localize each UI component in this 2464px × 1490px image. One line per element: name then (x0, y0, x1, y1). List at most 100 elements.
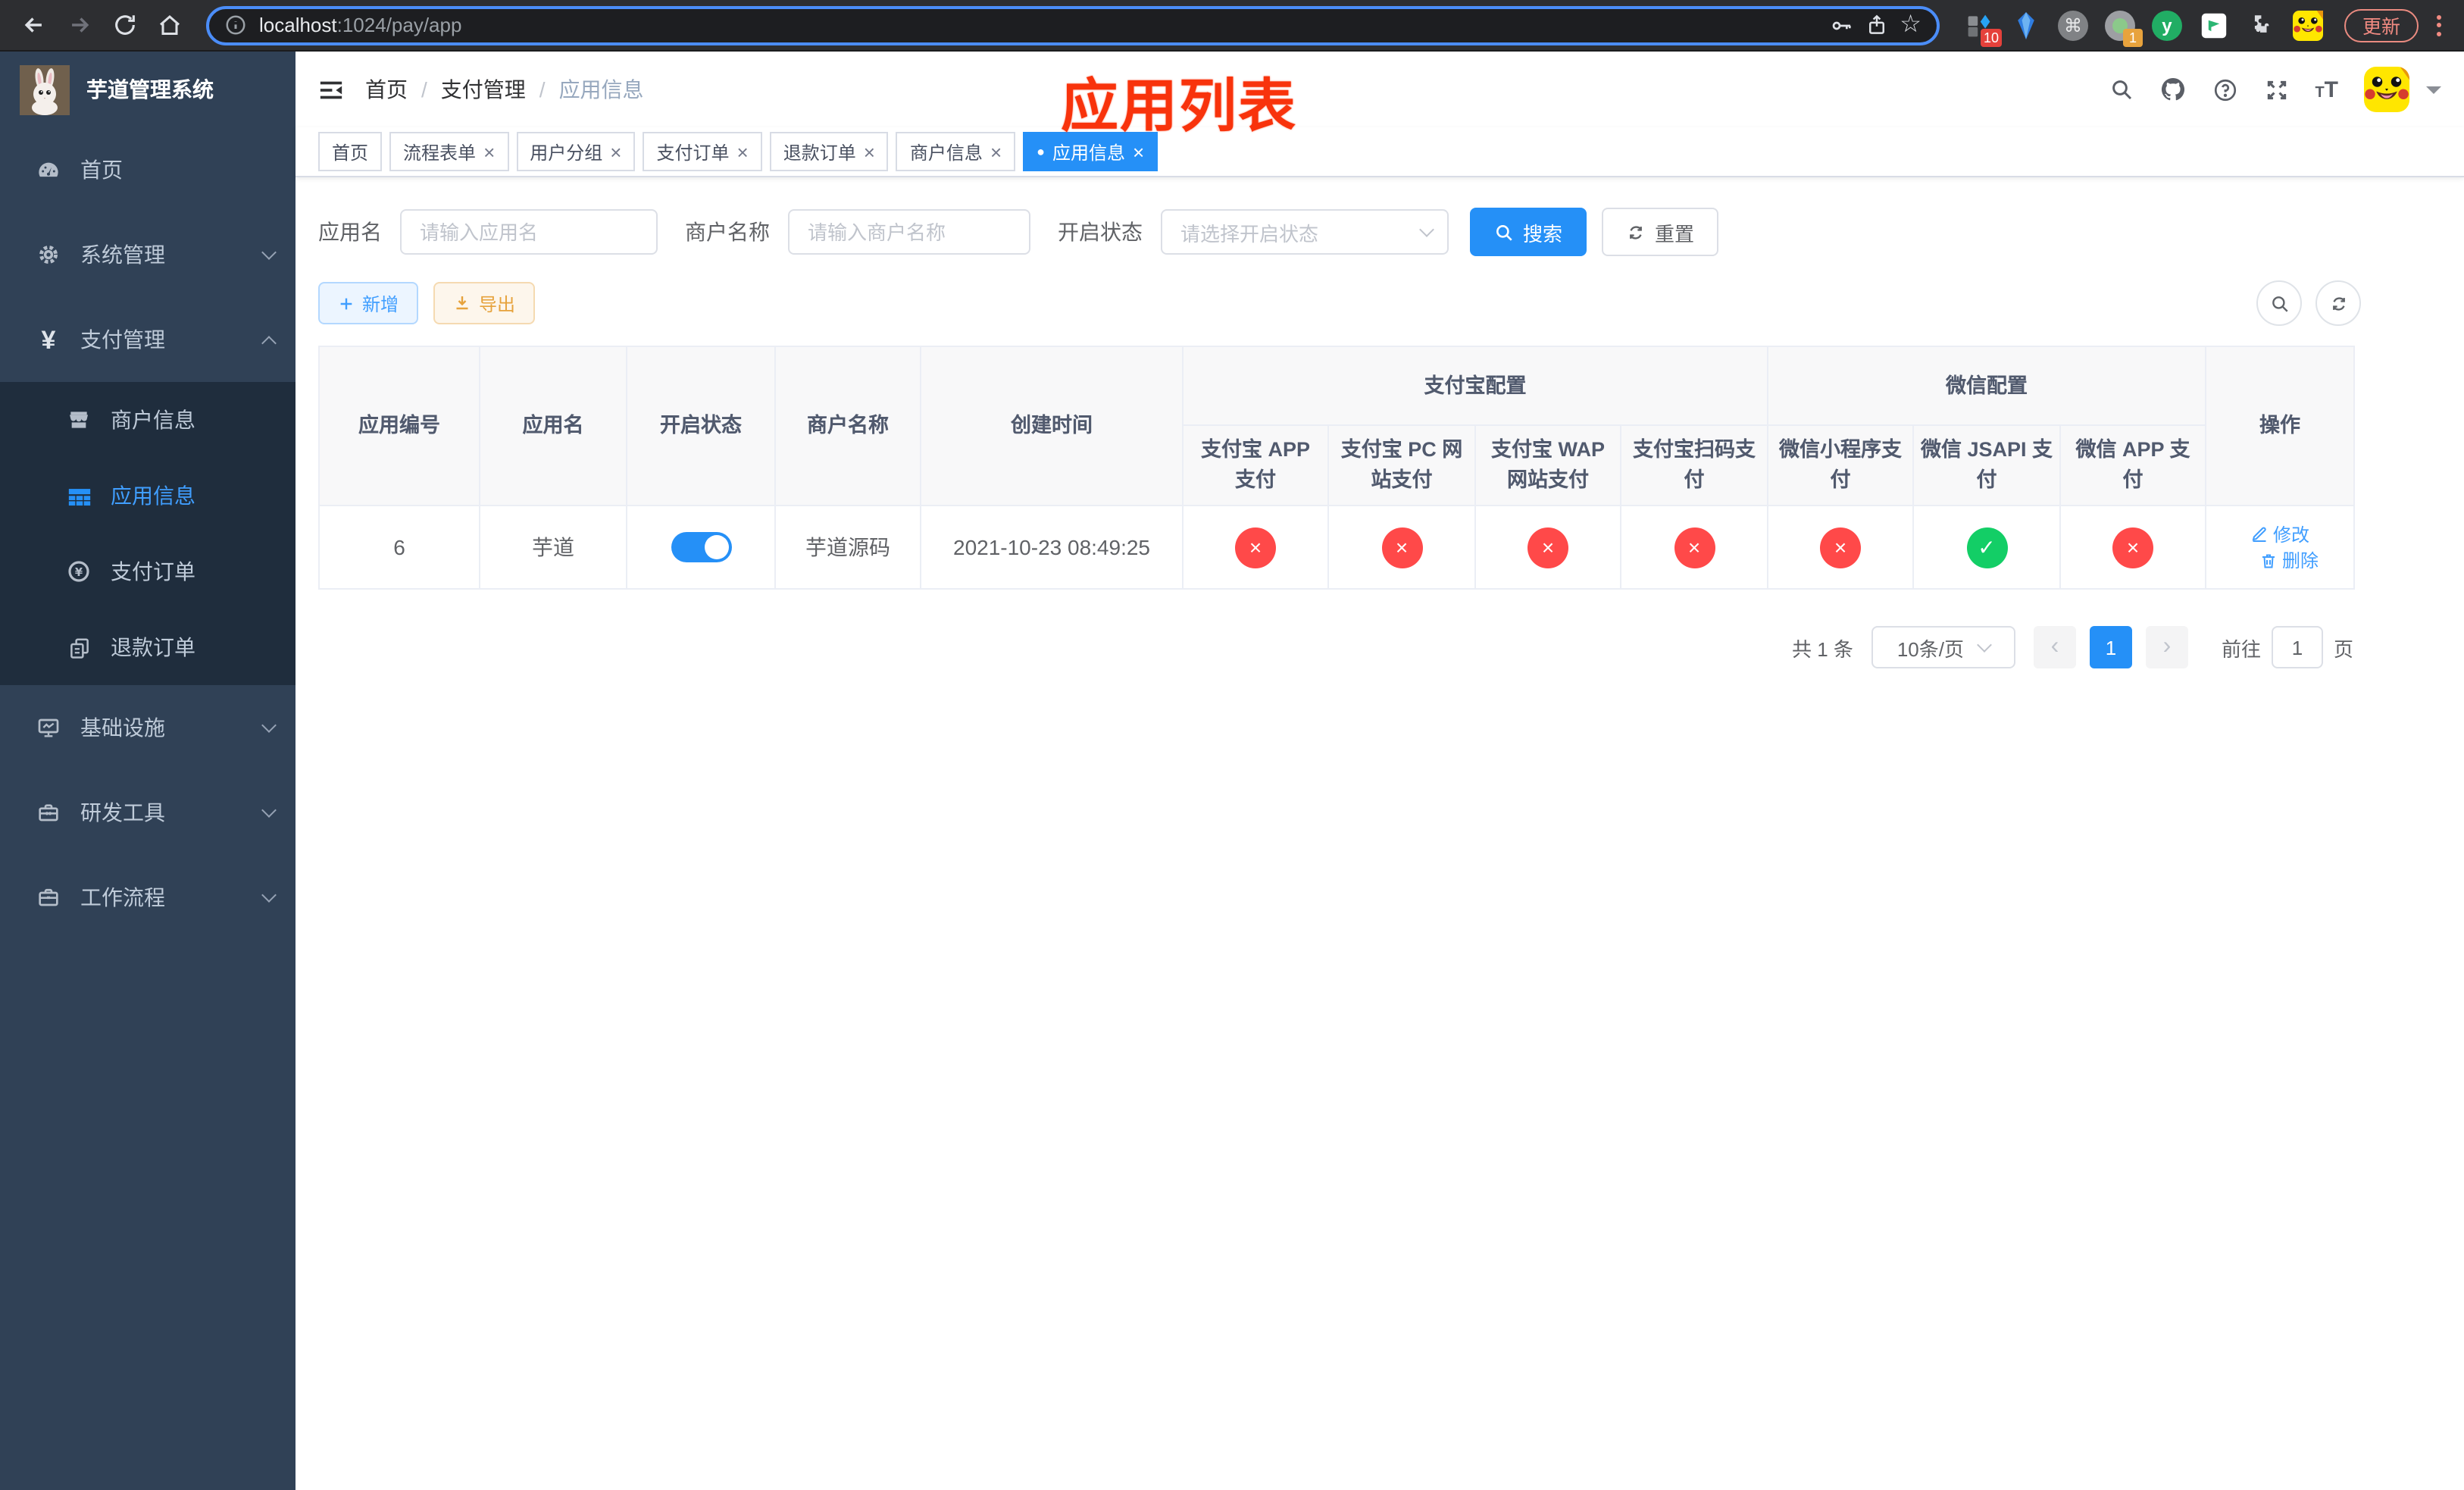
url-host: localhost (259, 14, 337, 36)
arrow-right-icon (71, 17, 89, 33)
group-header-alipay: 支付宝配置 (1182, 346, 1768, 426)
share-icon[interactable] (1865, 14, 1887, 36)
search-icon[interactable] (2109, 77, 2133, 102)
font-size-icon[interactable]: TT (2315, 77, 2338, 102)
search-button-label: 搜索 (1523, 222, 1563, 245)
sidebar-item-infra[interactable]: 基础设施 (0, 685, 295, 770)
pagination-total: 共 1 条 (1792, 637, 1853, 660)
tab-home[interactable]: 首页 (318, 132, 383, 171)
tab-merchant-info[interactable]: 商户信息 × (896, 132, 1016, 171)
pikachu-avatar-icon (2292, 10, 2323, 40)
tab-close-icon[interactable]: × (737, 142, 749, 161)
export-button[interactable]: 导出 (433, 282, 536, 324)
tab-close-icon[interactable]: × (864, 142, 875, 161)
blue-gem-icon (2018, 11, 2034, 39)
search-button[interactable]: 搜索 (1470, 208, 1587, 256)
page-size-select[interactable]: 10条/页 (1871, 626, 2015, 668)
sidebar-item-home[interactable]: 首页 (0, 127, 295, 212)
cell-status (626, 505, 776, 590)
avatar-caret-icon[interactable] (2426, 86, 2441, 93)
breadcrumb-home[interactable]: 首页 (365, 74, 408, 105)
sidebar-item-app-info[interactable]: 应用信息 (0, 458, 295, 534)
monitor-icon (30, 715, 67, 740)
tab-close-icon[interactable]: × (610, 142, 621, 161)
user-avatar[interactable] (2364, 67, 2409, 112)
status-select[interactable]: 请选择开启状态 (1161, 209, 1449, 255)
sidebar-item-refund-order[interactable]: 退款订单 (0, 609, 295, 685)
sidebar-logo[interactable]: 芋道管理系统 (0, 52, 295, 127)
sidebar-item-label: 商户信息 (111, 408, 195, 432)
tab-process-form[interactable]: 流程表单 × (389, 132, 509, 171)
browser-toolbar: localhost:1024/pay/app ☆ 10 ⌘ 1 y 更新 (0, 0, 2464, 52)
extension-recorder-icon[interactable]: 1 (2104, 10, 2143, 46)
merchant-name-label: 商户名称 (685, 220, 770, 244)
browser-address-bar[interactable]: localhost:1024/pay/app ☆ (206, 5, 1940, 45)
browser-back-button[interactable] (15, 7, 52, 43)
merchant-name-input[interactable] (788, 209, 1030, 255)
navbar-actions: TT (2109, 67, 2441, 112)
help-icon[interactable] (2212, 77, 2237, 102)
browser-profile-avatar[interactable] (2292, 10, 2323, 40)
cell-alipay-app: × (1182, 505, 1329, 590)
tab-refund-order[interactable]: 退款订单 × (769, 132, 889, 171)
password-key-icon[interactable] (1828, 13, 1853, 37)
col-header-wechat-jsapi: 微信 JSAPI 支付 (1912, 424, 2061, 506)
next-page-button[interactable]: › (2145, 626, 2188, 668)
page-number-1[interactable]: 1 (2089, 626, 2132, 668)
sidebar-item-pay-order[interactable]: ¥ 支付订单 (0, 534, 295, 609)
toggle-search-button[interactable] (2256, 280, 2302, 326)
disabled-status-icon: × (1820, 527, 1861, 568)
browser-menu-button[interactable] (2428, 8, 2449, 42)
sidebar-item-workflow[interactable]: 工作流程 (0, 855, 295, 940)
sidebar-item-payment[interactable]: ¥ 支付管理 (0, 297, 295, 382)
sidebar-item-system[interactable]: 系统管理 (0, 212, 295, 297)
col-header-alipay-wap: 支付宝 WAP 网站支付 (1474, 424, 1621, 506)
sidebar-item-label: 研发工具 (80, 800, 165, 825)
jumper-input[interactable] (2271, 626, 2323, 668)
extension-chat-icon[interactable] (2199, 10, 2229, 40)
briefcase-icon (30, 885, 67, 909)
github-icon[interactable] (2159, 76, 2186, 103)
chevron-down-icon (261, 887, 277, 903)
browser-forward-button[interactable] (61, 7, 97, 43)
status-toggle[interactable] (671, 532, 731, 562)
edit-link[interactable]: 修改 (2250, 521, 2309, 546)
sidebar-item-label: 首页 (80, 158, 123, 182)
sidebar-item-merchant-info[interactable]: 商户信息 (0, 382, 295, 458)
col-header-actions: 操作 (2205, 346, 2355, 506)
refresh-table-button[interactable] (2315, 280, 2361, 326)
site-info-icon[interactable] (224, 14, 247, 36)
col-header-alipay-pc: 支付宝 PC 网站支付 (1327, 424, 1476, 506)
app-name-input[interactable] (400, 209, 658, 255)
col-header-wechat-mini: 微信小程序支付 (1767, 424, 1914, 506)
extension-grid-icon[interactable]: 10 (1964, 10, 2002, 46)
tab-pay-order[interactable]: 支付订单 × (643, 132, 762, 171)
reset-button[interactable]: 重置 (1602, 208, 1719, 256)
extension-gem-icon[interactable] (2011, 10, 2041, 40)
browser-update-button[interactable]: 更新 (2344, 8, 2419, 42)
edit-pen-icon (2252, 527, 2266, 542)
bookmark-star-icon[interactable]: ☆ (1900, 12, 1921, 37)
chevron-down-icon (261, 803, 277, 818)
filter-form: 应用名 商户名称 开启状态 请选择开启状态 搜索 (318, 208, 2361, 256)
tab-close-icon[interactable]: × (990, 142, 1002, 161)
sidebar-fold-button[interactable] (318, 77, 344, 102)
cell-actions: 修改 删除 (2205, 505, 2355, 590)
add-button[interactable]: 新增 (318, 282, 419, 324)
sidebar-item-label: 退款订单 (111, 635, 195, 659)
extension-command-icon[interactable]: ⌘ (2057, 10, 2088, 40)
browser-reload-button[interactable] (106, 7, 142, 43)
tab-user-group[interactable]: 用户分组 × (516, 132, 636, 171)
prev-page-button[interactable]: ‹ (2033, 626, 2076, 668)
browser-home-button[interactable] (152, 7, 188, 43)
extensions-puzzle-icon[interactable] (2246, 10, 2276, 40)
sidebar-item-dev-tools[interactable]: 研发工具 (0, 770, 295, 855)
pagination: 共 1 条 10条/页 ‹ 1 › 前往 页 (318, 626, 2353, 699)
tab-close-icon[interactable]: × (483, 142, 495, 161)
toolbox-icon (30, 800, 67, 825)
tab-close-icon[interactable]: × (1133, 142, 1144, 161)
delete-link[interactable]: 删除 (2259, 547, 2319, 573)
extension-yudao-icon[interactable]: y (2151, 10, 2182, 40)
export-button-label: 导出 (479, 293, 516, 315)
fullscreen-icon[interactable] (2263, 77, 2289, 102)
